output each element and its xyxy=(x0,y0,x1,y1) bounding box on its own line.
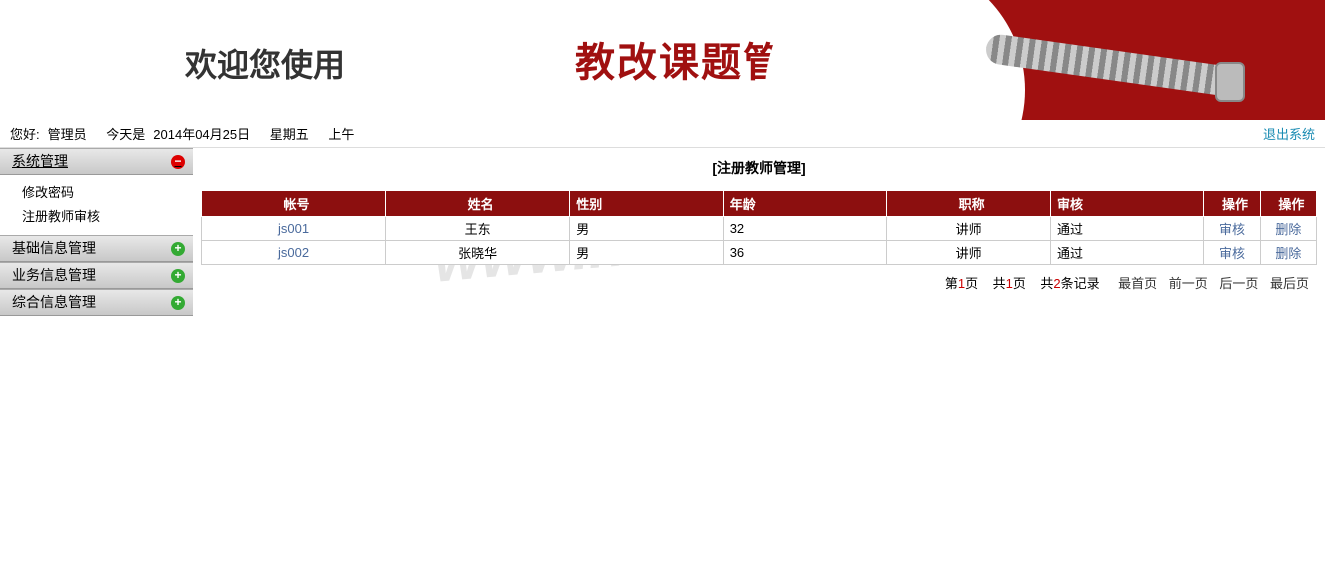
pg-p3: 共 xyxy=(993,276,1006,291)
cell-age: 36 xyxy=(723,241,887,265)
menu-basic-info[interactable]: 基础信息管理 + xyxy=(0,235,193,262)
th-op2: 操作 xyxy=(1260,191,1316,217)
expand-icon: + xyxy=(171,296,185,310)
th-name: 姓名 xyxy=(386,191,570,217)
cell-name: 王东 xyxy=(386,217,570,241)
pg-p2: 页 xyxy=(965,276,978,291)
audit-link[interactable]: 审核 xyxy=(1219,222,1245,237)
pg-first[interactable]: 最首页 xyxy=(1118,276,1157,291)
th-gender: 性别 xyxy=(570,191,723,217)
th-title: 职称 xyxy=(887,191,1051,217)
table-row: js002 张晓华 男 36 讲师 通过 审核 删除 xyxy=(202,241,1317,265)
pg-p4: 页 xyxy=(1013,276,1026,291)
today-date: 2014年04月25日 xyxy=(153,124,250,143)
zipper-track-icon xyxy=(984,33,1236,98)
expand-icon: + xyxy=(171,242,185,256)
cell-age: 32 xyxy=(723,217,887,241)
pg-p6: 条记录 xyxy=(1061,276,1100,291)
today-prefix: 今天是 xyxy=(106,124,145,143)
page-title: [注册教师管理] xyxy=(201,158,1317,178)
sidebar: 系统管理 − 修改密码 注册教师审核 基础信息管理 + 业务信息管理 + 综合信… xyxy=(0,148,193,316)
banner: 欢迎您使用 教改课题管理系统 xyxy=(0,0,1325,120)
expand-icon: + xyxy=(171,269,185,283)
zipper-pull-icon xyxy=(1215,62,1245,102)
audit-link[interactable]: 审核 xyxy=(1219,246,1245,261)
content: www.httrd.com [注册教师管理] 帐号 姓名 性别 年龄 职称 审核… xyxy=(193,148,1325,316)
cell-account[interactable]: js001 xyxy=(278,221,309,236)
today-weekday: 星期五 xyxy=(270,124,309,143)
status-bar: 您好: 管理员 今天是 2014年04月25日 星期五 上午 退出系统 xyxy=(0,120,1325,148)
submenu-change-password[interactable]: 修改密码 xyxy=(0,181,193,205)
cell-title: 讲师 xyxy=(887,217,1051,241)
cell-title: 讲师 xyxy=(887,241,1051,265)
greeting-prefix: 您好: xyxy=(10,124,40,143)
today-ampm: 上午 xyxy=(328,124,354,143)
current-user: 管理员 xyxy=(48,124,87,143)
th-account: 帐号 xyxy=(202,191,386,217)
pagination: 第1页 共1页 共2条记录 最首页 前一页 后一页 最后页 xyxy=(201,273,1317,292)
menu-business-info-label: 业务信息管理 xyxy=(12,262,96,289)
menu-system[interactable]: 系统管理 − xyxy=(0,148,193,175)
menu-business-info[interactable]: 业务信息管理 + xyxy=(0,262,193,289)
pg-next[interactable]: 后一页 xyxy=(1219,276,1258,291)
cell-name: 张晓华 xyxy=(386,241,570,265)
pg-prev[interactable]: 前一页 xyxy=(1169,276,1208,291)
th-audit: 审核 xyxy=(1051,191,1204,217)
cell-account[interactable]: js002 xyxy=(278,245,309,260)
cell-gender: 男 xyxy=(570,217,723,241)
menu-basic-info-label: 基础信息管理 xyxy=(12,235,96,262)
zipper-graphic xyxy=(945,0,1325,120)
delete-link[interactable]: 删除 xyxy=(1275,246,1301,261)
table-row: js001 王东 男 32 讲师 通过 审核 删除 xyxy=(202,217,1317,241)
pg-p1: 第 xyxy=(945,276,958,291)
teacher-table: 帐号 姓名 性别 年龄 职称 审核 操作 操作 js001 王东 男 32 讲师 xyxy=(201,190,1317,265)
menu-comprehensive-info-label: 综合信息管理 xyxy=(12,289,96,316)
logout-link[interactable]: 退出系统 xyxy=(1263,127,1315,142)
delete-link[interactable]: 删除 xyxy=(1275,222,1301,237)
th-age: 年龄 xyxy=(723,191,887,217)
pg-p5: 共 xyxy=(1040,276,1053,291)
banner-welcome: 欢迎您使用 xyxy=(185,40,345,86)
collapse-icon: − xyxy=(171,155,185,169)
cell-audit: 通过 xyxy=(1051,217,1204,241)
menu-system-label: 系统管理 xyxy=(12,148,68,175)
cell-gender: 男 xyxy=(570,241,723,265)
cell-audit: 通过 xyxy=(1051,241,1204,265)
pg-last[interactable]: 最后页 xyxy=(1270,276,1309,291)
pg-total-pages: 1 xyxy=(1006,276,1013,291)
menu-comprehensive-info[interactable]: 综合信息管理 + xyxy=(0,289,193,316)
pg-total-rec: 2 xyxy=(1053,276,1060,291)
submenu-teacher-audit[interactable]: 注册教师审核 xyxy=(0,205,193,229)
th-op1: 操作 xyxy=(1204,191,1260,217)
